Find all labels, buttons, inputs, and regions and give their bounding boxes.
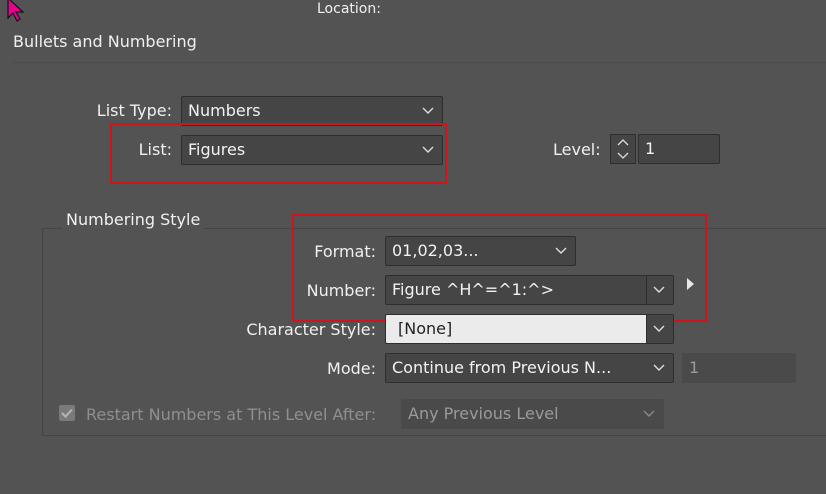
checkmark-icon: [61, 408, 73, 418]
mode-label: Mode:: [327, 359, 376, 378]
stepper-arrows-icon: [617, 139, 629, 159]
mode-value: Continue from Previous N...: [392, 358, 612, 377]
list-type-value: Numbers: [188, 101, 261, 120]
format-number-highlight-box: [292, 214, 707, 322]
mode-start-value: 1: [689, 358, 700, 377]
character-style-label: Character Style:: [246, 320, 376, 339]
section-title: Bullets and Numbering: [13, 32, 197, 51]
cursor-arrow-icon: [7, 0, 25, 22]
mode-dropdown[interactable]: Continue from Previous N...: [385, 353, 674, 383]
list-type-label: List Type:: [96, 101, 172, 120]
level-value: 1: [645, 139, 656, 158]
mode-start-input[interactable]: 1: [682, 353, 796, 383]
level-label: Level:: [553, 140, 601, 159]
level-stepper[interactable]: [610, 134, 636, 164]
numbering-style-legend: Numbering Style: [62, 210, 205, 229]
restart-level-value: Any Previous Level: [408, 404, 559, 423]
restart-checkbox[interactable]: [59, 405, 75, 421]
section-divider: [13, 62, 826, 63]
list-type-dropdown[interactable]: Numbers: [181, 96, 443, 126]
chevron-down-icon: [643, 410, 655, 417]
restart-level-dropdown[interactable]: Any Previous Level: [401, 399, 664, 429]
chevron-down-icon: [653, 325, 665, 332]
location-label: Location:: [317, 1, 381, 17]
list-highlight-box: [110, 123, 447, 184]
chevron-down-icon: [653, 364, 665, 371]
restart-label: Restart Numbers at This Level After:: [86, 405, 377, 424]
chevron-down-icon: [422, 107, 434, 114]
level-input[interactable]: 1: [638, 134, 720, 164]
character-style-dropdown[interactable]: [None]: [385, 314, 674, 344]
character-style-value: [None]: [398, 319, 453, 338]
